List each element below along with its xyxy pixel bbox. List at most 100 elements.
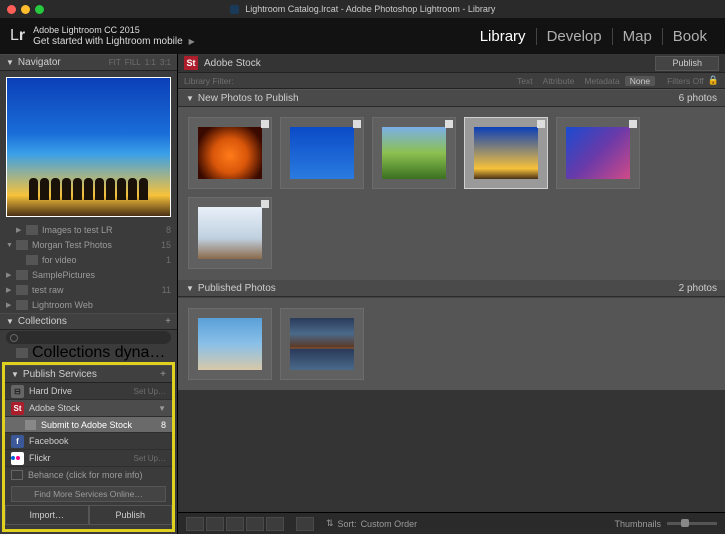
publish-service-facebook[interactable]: f Facebook [5,433,172,450]
chevron-down-icon: ▼ [158,404,166,413]
thumbnail[interactable] [188,308,272,380]
publish-button[interactable]: Publish [89,505,173,525]
folder-row[interactable]: ▼Morgan Test Photos15 [0,238,177,253]
published-photos-grid [178,297,725,390]
add-collection-button[interactable]: + [165,316,171,327]
collection-search-input[interactable] [6,331,171,344]
flag-icon [629,120,637,128]
folder-icon [26,225,38,235]
module-library[interactable]: Library [470,28,536,45]
thumbnail[interactable] [188,197,272,269]
content-area: St Adobe Stock Publish Library Filter: T… [178,54,725,534]
nav-mode-3to1[interactable]: 3:1 [160,58,171,67]
publish-services-highlight: ▼ Publish Services + ⊟ Hard Drive Set Up… [2,362,175,532]
thumbnail-size-slider[interactable] [667,522,717,525]
publish-service-flickr[interactable]: Flickr Set Up… [5,450,172,467]
app-version-label: Adobe Lightroom CC 2015 [33,25,195,36]
folder-row[interactable]: ▶test raw11 [0,283,177,298]
sort-label: Sort: [338,519,357,529]
breadcrumb-label: Adobe Stock [204,58,261,69]
library-filter-bar: Library Filter: Text Attribute Metadata … [178,73,725,89]
find-more-services-button[interactable]: Find More Services Online… [11,486,166,502]
module-develop[interactable]: Develop [536,28,612,45]
import-button[interactable]: Import… [5,505,89,525]
nav-mode-fit[interactable]: FIT [109,58,121,67]
publish-collection-submit-adobe-stock[interactable]: Submit to Adobe Stock 8 [5,417,172,433]
add-publish-service-button[interactable]: + [160,369,166,380]
adobe-stock-icon: St [184,56,198,70]
flag-icon [261,120,269,128]
view-compare-button[interactable] [226,517,244,531]
folder-icon [16,270,28,280]
publish-services-header[interactable]: ▼ Publish Services + [5,365,172,383]
module-map[interactable]: Map [612,28,662,45]
thumbnail[interactable] [280,308,364,380]
collection-icon [25,420,36,430]
zoom-window-button[interactable] [35,5,44,14]
folder-row[interactable]: for video1 [0,253,177,268]
navigator-preview[interactable] [6,77,171,216]
collections-header[interactable]: ▼ Collections + [0,313,177,330]
play-icon: ▶ [189,37,195,46]
collection-icon [16,348,28,358]
sort-direction-icon[interactable]: ⇅ [326,518,334,529]
window-titlebar: Lightroom Catalog.lrcat - Adobe Photosho… [0,0,725,18]
publish-service-adobe-stock[interactable]: St Adobe Stock ▼ [5,400,172,417]
behance-icon [11,470,23,480]
view-survey-button[interactable] [246,517,264,531]
behance-link[interactable]: Behance (click for more info) [5,467,172,483]
collection-row[interactable]: Collections dynami… [0,345,177,360]
lightroom-logo: Lr [10,27,25,45]
section-new-photos[interactable]: ▼ New Photos to Publish 6 photos [178,89,725,107]
new-photos-grid [178,107,725,279]
flickr-icon [11,452,24,465]
filter-tab-text[interactable]: Text [512,76,538,86]
filter-tab-none[interactable]: None [625,76,655,86]
view-loupe-button[interactable] [206,517,224,531]
minimize-window-button[interactable] [21,5,30,14]
section-count: 2 photos [679,283,717,294]
thumbnail-selected[interactable] [464,117,548,189]
thumbnail[interactable] [372,117,456,189]
navigator-header[interactable]: ▼ Navigator FIT FILL 1:1 3:1 [0,54,177,71]
publish-service-harddrive[interactable]: ⊟ Hard Drive Set Up… [5,383,172,400]
collections-title: Collections [18,316,67,327]
mobile-link[interactable]: Get started with Lightroom mobile▶ [33,36,195,47]
left-panel: ▼ Navigator FIT FILL 1:1 3:1 ▶Images to … [0,54,178,534]
nav-mode-1to1[interactable]: 1:1 [145,58,156,67]
filters-off-label[interactable]: Filters Off [667,76,704,86]
chevron-down-icon: ▼ [6,317,14,326]
flag-icon [445,120,453,128]
section-published-photos[interactable]: ▼ Published Photos 2 photos [178,279,725,297]
painter-tool-button[interactable] [296,517,314,531]
publish-services-title: Publish Services [23,369,97,380]
flag-icon [353,120,361,128]
grid-toolbar: ⇅ Sort: Custom Order Thumbnails [178,512,725,534]
thumbnail[interactable] [556,117,640,189]
thumbnail[interactable] [188,117,272,189]
sort-dropdown[interactable]: Custom Order [361,519,418,529]
view-grid-button[interactable] [186,517,204,531]
filter-label: Library Filter: [184,76,234,86]
view-people-button[interactable] [266,517,284,531]
thumbnail[interactable] [280,117,364,189]
flag-icon [261,200,269,208]
filter-tab-attribute[interactable]: Attribute [538,76,580,86]
adobe-stock-icon: St [11,402,24,415]
lock-icon[interactable]: 🔒 [708,75,719,86]
publish-now-button[interactable]: Publish [655,56,719,71]
close-window-button[interactable] [7,5,16,14]
chevron-down-icon: ▼ [11,370,19,379]
folder-icon [16,300,28,310]
folder-row[interactable]: ▶Images to test LR8 [0,223,177,238]
navigator-title: Navigator [18,57,61,68]
folders-list: ▶Images to test LR8 ▼Morgan Test Photos1… [0,223,177,313]
window-title: Lightroom Catalog.lrcat - Adobe Photosho… [0,4,725,14]
folder-row[interactable]: ▶SamplePictures [0,268,177,283]
module-picker: Library Develop Map Book [470,28,725,45]
module-book[interactable]: Book [662,28,717,45]
nav-mode-fill[interactable]: FILL [125,58,141,67]
filter-tab-metadata[interactable]: Metadata [579,76,624,86]
facebook-icon: f [11,435,24,448]
folder-row[interactable]: ▶Lightroom Web [0,298,177,313]
